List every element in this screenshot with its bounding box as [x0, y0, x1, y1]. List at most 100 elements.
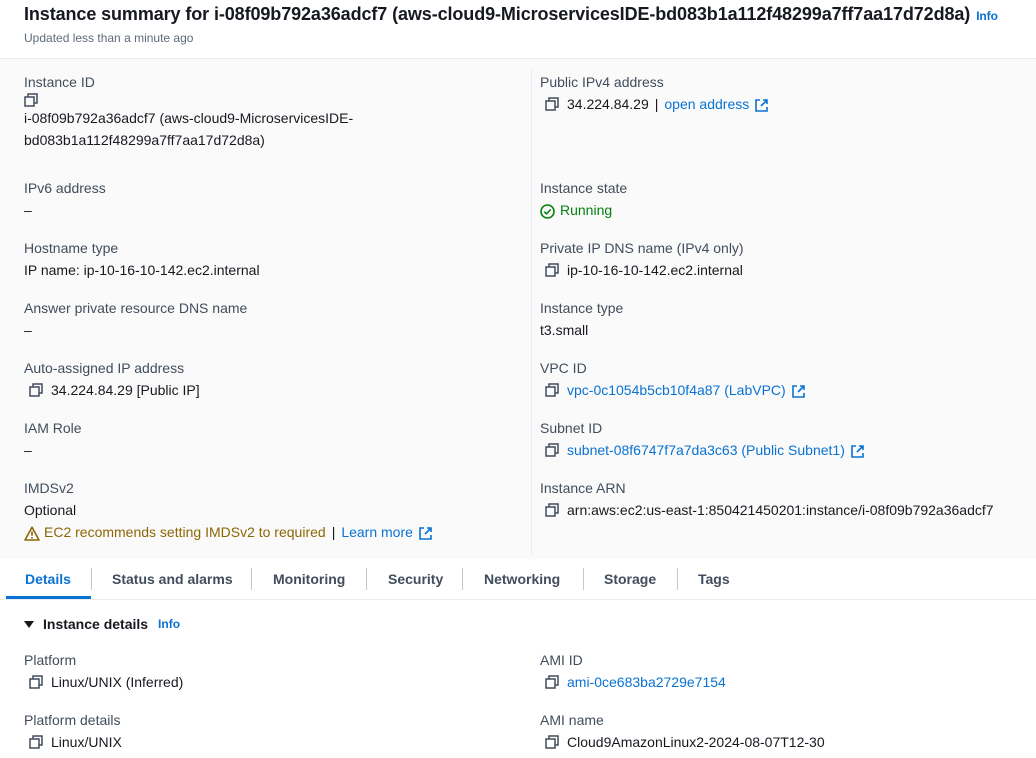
tab-divider — [677, 568, 678, 590]
tab-monitoring[interactable]: Monitoring — [273, 559, 345, 600]
auto-ip-field: Auto-assigned IP address 34.224.84.29 [P… — [24, 357, 200, 401]
tab-divider — [462, 568, 463, 590]
external-link-icon[interactable] — [791, 383, 806, 398]
external-link-icon[interactable] — [754, 97, 769, 112]
tab-divider — [366, 568, 367, 590]
tab-networking[interactable]: Networking — [484, 559, 560, 600]
imdsv2-warning-text: EC2 recommends setting IMDSv2 to require… — [44, 524, 326, 540]
tab-divider — [251, 568, 252, 590]
imdsv2-field: IMDSv2 Optional EC2 recommends setting I… — [24, 477, 433, 543]
open-address-link[interactable]: open address — [664, 93, 749, 115]
subnet-id-label: Subnet ID — [540, 420, 603, 436]
external-link-icon[interactable] — [850, 443, 865, 458]
private-dns-value: ip-10-16-10-142.ec2.internal — [567, 262, 743, 278]
title-info-link[interactable]: Info — [976, 9, 998, 23]
column-divider — [531, 69, 532, 555]
instance-id-value-line2: bd083b1a112f48299a7ff7aa17d72d8a) — [24, 132, 265, 148]
tab-storage[interactable]: Storage — [604, 559, 656, 600]
instance-summary-panel: Instance ID i-08f09b792a36adcf7 (aws-clo… — [0, 59, 1036, 559]
vpc-id-link[interactable]: vpc-0c1054b5cb10f4a87 (LabVPC) — [567, 379, 786, 401]
tab-security[interactable]: Security — [388, 559, 443, 600]
copy-icon[interactable] — [545, 263, 559, 277]
hostname-type-field: Hostname type IP name: ip-10-16-10-142.e… — [24, 237, 260, 281]
platform-details-field: Platform details Linux/UNIX — [24, 709, 122, 753]
platform-details-value: Linux/UNIX — [51, 734, 122, 750]
caret-down-icon[interactable] — [24, 620, 34, 628]
ami-name-value: Cloud9AmazonLinux2-2024-08-07T12-30 — [567, 734, 825, 750]
platform-label: Platform — [24, 652, 77, 668]
platform-field: Platform Linux/UNIX (Inferred) — [24, 649, 183, 693]
public-ipv4-label: Public IPv4 address — [540, 74, 664, 90]
platform-details-label: Platform details — [24, 712, 121, 728]
copy-icon[interactable] — [545, 97, 559, 111]
ami-name-label: AMI name — [540, 712, 604, 728]
instance-details-title: Instance details — [43, 616, 149, 632]
iam-role-field: IAM Role – — [24, 417, 82, 461]
vpc-id-label: VPC ID — [540, 360, 587, 376]
separator: | — [654, 96, 659, 112]
platform-value: Linux/UNIX (Inferred) — [51, 674, 184, 690]
ipv6-field: IPv6 address – — [24, 177, 106, 221]
page-title: Instance summary for i-08f09b792a36adcf7… — [24, 4, 998, 25]
page-header: Instance summary for i-08f09b792a36adcf7… — [0, 0, 1036, 59]
copy-icon[interactable] — [545, 735, 559, 749]
subnet-id-field: Subnet ID subnet-08f6747f7a7da3c63 (Publ… — [540, 417, 865, 461]
copy-icon[interactable] — [29, 383, 43, 397]
tab-tags[interactable]: Tags — [698, 559, 730, 600]
private-dns-field: Private IP DNS name (IPv4 only) ip-10-16… — [540, 237, 744, 281]
hostname-type-label: Hostname type — [24, 240, 119, 256]
copy-icon[interactable] — [24, 93, 38, 107]
instance-arn-label: Instance ARN — [540, 480, 626, 496]
warning-icon — [24, 525, 40, 541]
instance-type-field: Instance type t3.small — [540, 297, 623, 341]
copy-icon[interactable] — [29, 735, 43, 749]
page-title-text: Instance summary for i-08f09b792a36adcf7… — [24, 4, 971, 24]
answer-dns-label: Answer private resource DNS name — [24, 300, 248, 316]
ami-id-label: AMI ID — [540, 652, 583, 668]
instance-details-header[interactable]: Instance details Info — [24, 616, 180, 632]
instance-id-label: Instance ID — [24, 74, 95, 90]
external-link-icon[interactable] — [418, 525, 433, 540]
instance-state-field: Instance state Running — [540, 177, 627, 221]
ami-name-field: AMI name Cloud9AmazonLinux2-2024-08-07T1… — [540, 709, 825, 753]
public-ipv4-field: Public IPv4 address 34.224.84.29 | open … — [540, 71, 769, 115]
iam-role-label: IAM Role — [24, 420, 82, 436]
instance-id-field: Instance ID i-08f09b792a36adcf7 (aws-clo… — [24, 71, 353, 151]
check-circle-icon — [540, 203, 555, 219]
answer-dns-value: – — [24, 322, 32, 338]
instance-type-value: t3.small — [540, 322, 589, 338]
answer-dns-field: Answer private resource DNS name – — [24, 297, 247, 341]
instance-arn-field: Instance ARN arn:aws:ec2:us-east-1:85042… — [540, 477, 994, 521]
separator: | — [331, 524, 336, 540]
ami-id-field: AMI ID ami-0ce683ba2729e7154 — [540, 649, 726, 693]
subnet-id-link[interactable]: subnet-08f6747f7a7da3c63 (Public Subnet1… — [567, 439, 845, 461]
private-dns-label: Private IP DNS name (IPv4 only) — [540, 240, 744, 256]
copy-icon[interactable] — [545, 503, 559, 517]
instance-state-value: Running — [560, 202, 613, 218]
copy-icon[interactable] — [29, 675, 43, 689]
copy-icon[interactable] — [545, 675, 559, 689]
vpc-id-field: VPC ID vpc-0c1054b5cb10f4a87 (LabVPC) — [540, 357, 806, 401]
updated-text: Updated less than a minute ago — [24, 31, 194, 45]
learn-more-link[interactable]: Learn more — [341, 521, 413, 543]
copy-icon[interactable] — [545, 443, 559, 457]
public-ipv4-value: 34.224.84.29 — [567, 96, 649, 112]
instance-details-info-link[interactable]: Info — [158, 617, 180, 631]
instance-id-copy[interactable] — [24, 93, 353, 107]
tab-status-and-alarms[interactable]: Status and alarms — [112, 559, 233, 600]
tab-divider — [91, 568, 92, 590]
imdsv2-value: Optional — [24, 502, 77, 518]
iam-role-value: – — [24, 442, 32, 458]
tab-divider — [583, 568, 584, 590]
tab-details[interactable]: Details — [25, 559, 71, 600]
instance-id-value-line1: i-08f09b792a36adcf7 (aws-cloud9-Microser… — [24, 110, 354, 126]
instance-arn-value: arn:aws:ec2:us-east-1:850421450201:insta… — [567, 502, 994, 518]
ami-id-link[interactable]: ami-0ce683ba2729e7154 — [567, 671, 726, 693]
instance-state-label: Instance state — [540, 180, 628, 196]
ipv6-value: – — [24, 202, 32, 218]
instance-type-label: Instance type — [540, 300, 624, 316]
copy-icon[interactable] — [545, 383, 559, 397]
hostname-type-value: IP name: ip-10-16-10-142.ec2.internal — [24, 262, 260, 278]
active-tab-indicator — [6, 596, 91, 599]
detail-tabs: Details Status and alarms Monitoring Sec… — [0, 559, 1036, 600]
